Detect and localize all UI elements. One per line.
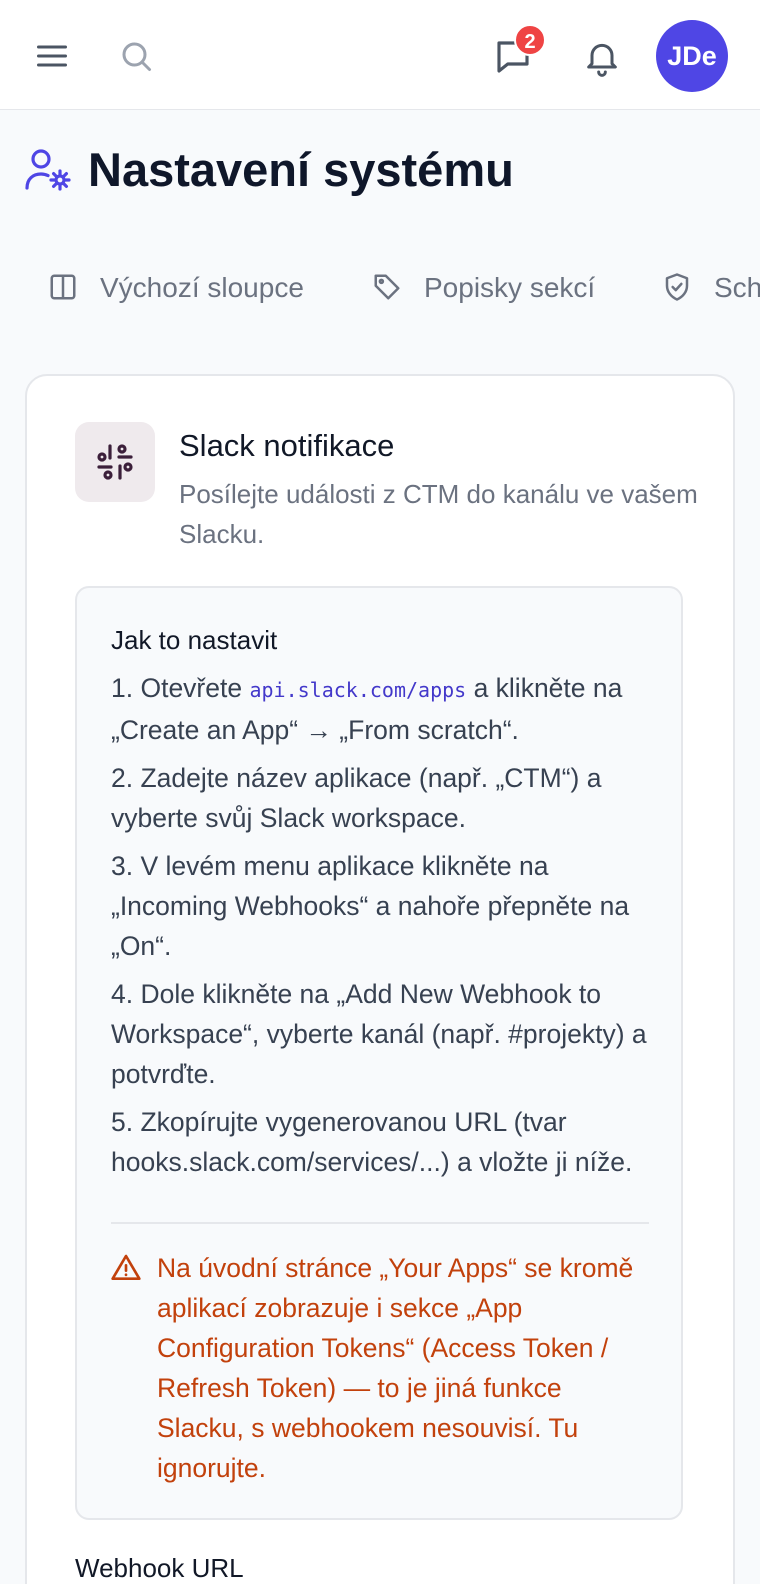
tag-icon: [374, 274, 400, 300]
warning-icon: [111, 1254, 141, 1280]
warning-text: Na úvodní stránce „Your Apps“ se kromě a…: [157, 1253, 634, 1483]
slack-logo: [75, 422, 155, 502]
notification-badge: 2: [514, 24, 546, 56]
slack-apps-link[interactable]: api.slack.com/apps: [249, 678, 466, 702]
tab-label: Schválení: [714, 272, 760, 303]
step-1: 1. Otevřete api.slack.com/apps a kliknět…: [111, 673, 623, 745]
settings-tabs: Výchozí sloupce Popisky sekcí Schválení: [0, 262, 760, 314]
slack-settings-card: Slack notifikace Posílejte události z CT…: [25, 374, 735, 1584]
card-title: Slack notifikace: [179, 428, 395, 463]
divider: [111, 1222, 649, 1224]
menu-icon[interactable]: [34, 38, 70, 74]
top-bar: 2 JDe: [0, 0, 760, 110]
instructions-title: Jak to nastavit: [111, 625, 278, 655]
avatar[interactable]: JDe: [656, 20, 728, 92]
tab-label: Popisky sekcí: [424, 272, 596, 303]
step-3: 3. V levém menu aplikace klikněte na „In…: [111, 851, 630, 961]
webhook-url-label: Webhook URL: [75, 1553, 244, 1583]
setup-instructions: Jak to nastavit 1. Otevřete api.slack.co…: [75, 586, 683, 1520]
shield-icon: [665, 273, 689, 301]
step-4: 4. Dole klikněte na „Add New Webhook to …: [111, 979, 647, 1089]
step-5: 5. Zkopírujte vygenerovanou URL (tvar ho…: [111, 1107, 633, 1177]
card-description: Posílejte události z CTM do kanálu ve va…: [179, 479, 698, 549]
search-icon[interactable]: [118, 38, 154, 74]
bell-icon[interactable]: [582, 36, 622, 78]
columns-icon: [50, 274, 76, 300]
user-settings-icon: [25, 149, 71, 191]
page-title: Nastavení systému: [88, 143, 514, 196]
slack-icon: [97, 444, 133, 480]
steps-list: 1. Otevřete api.slack.com/apps a kliknět…: [111, 668, 661, 1190]
tab-label: Výchozí sloupce: [100, 272, 304, 303]
step-2: 2. Zadejte název aplikace (např. „CTM“) …: [111, 763, 602, 833]
